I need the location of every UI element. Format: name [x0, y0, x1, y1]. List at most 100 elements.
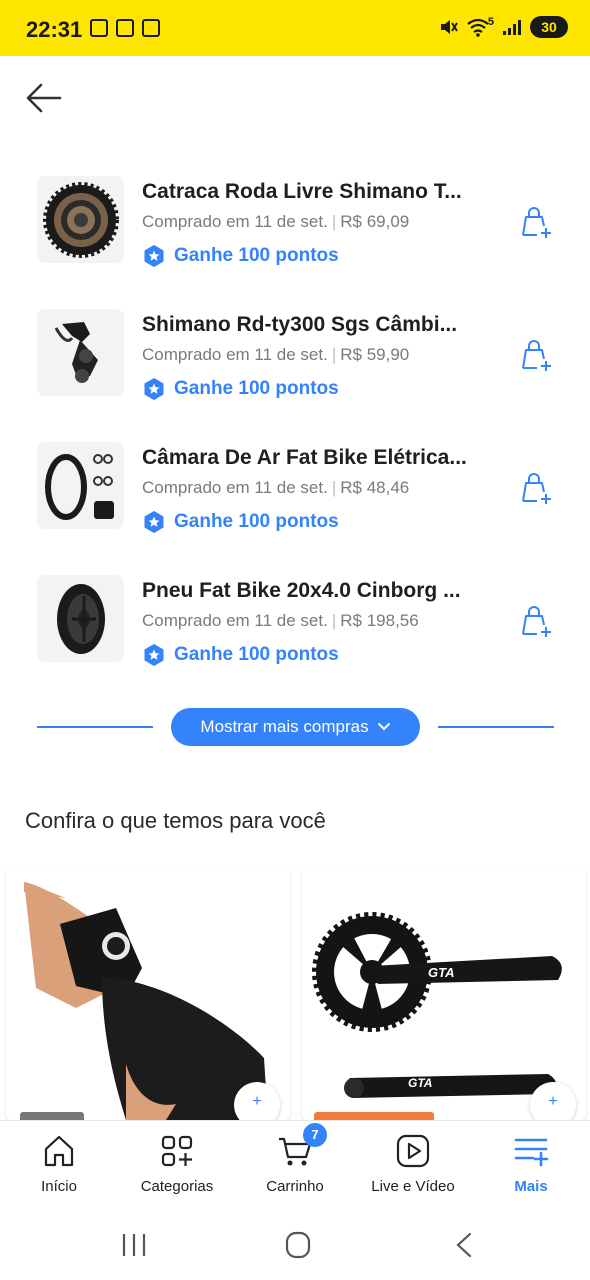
home-circle-icon: [285, 1231, 311, 1259]
purchase-meta: Comprado em 11 de set. | R$ 198,56: [142, 611, 419, 631]
separator: |: [331, 345, 337, 364]
points-badge: Ganhe 100 pontos: [142, 510, 339, 534]
categories-icon: [161, 1135, 193, 1167]
buy-again-button[interactable]: [518, 470, 554, 506]
recent-apps-button[interactable]: [114, 1230, 154, 1260]
notification-icons: [90, 19, 160, 37]
chevron-down-icon: [377, 723, 390, 731]
home-icon: [44, 1135, 74, 1167]
battery-indicator: 30: [530, 16, 568, 38]
add-to-cart-button[interactable]: +: [530, 1082, 576, 1120]
purchase-date: Comprado em 11 de set.: [142, 611, 328, 630]
purchase-item[interactable]: Pneu Fat Bike 20x4.0 Cinborg ... Comprad…: [0, 559, 590, 692]
nav-live-video[interactable]: Live e Vídeo: [354, 1121, 472, 1211]
message-icon: [116, 19, 134, 37]
purchase-price: R$ 69,09: [340, 212, 410, 231]
show-more-label: Mostrar mais compras: [200, 717, 369, 736]
cart-plus-icon: +: [548, 1093, 558, 1110]
add-to-cart-button[interactable]: +: [234, 1082, 280, 1120]
purchase-price: R$ 198,56: [340, 611, 419, 630]
show-more-purchases-button[interactable]: Mostrar mais compras: [171, 708, 420, 746]
divider-right: [438, 726, 554, 728]
shopping-bag-add-icon: [522, 340, 551, 371]
purchase-meta: Comprado em 11 de set. | R$ 69,09: [142, 212, 409, 232]
purchase-date: Comprado em 11 de set.: [142, 212, 328, 231]
buy-again-button[interactable]: [518, 603, 554, 639]
system-icons: 5 30: [438, 16, 568, 38]
points-star-icon: [144, 378, 164, 400]
purchase-title[interactable]: Shimano Rd-ty300 Sgs Câmbi...: [142, 313, 502, 337]
nav-label: Categorias: [140, 1178, 214, 1195]
points-star-icon: [144, 644, 164, 666]
purchase-item[interactable]: Câmara De Ar Fat Bike Elétrica... Compra…: [0, 426, 590, 559]
shopping-bag-add-icon: [522, 207, 551, 238]
points-badge: Ganhe 100 pontos: [142, 377, 339, 401]
separator: |: [331, 611, 337, 630]
points-star-icon: [144, 245, 164, 267]
nav-label: Carrinho: [266, 1178, 324, 1195]
nav-cart[interactable]: 7 Carrinho: [236, 1121, 354, 1211]
purchase-date: Comprado em 11 de set.: [142, 345, 328, 364]
points-badge: Ganhe 100 pontos: [142, 244, 339, 268]
system-back-button[interactable]: [444, 1230, 484, 1260]
points-badge: Ganhe 100 pontos: [142, 643, 339, 667]
promo-tag: [314, 1112, 434, 1120]
cart-count-badge: 7: [303, 1123, 327, 1147]
points-label: Ganhe 100 pontos: [174, 378, 339, 399]
status-time: 22:31: [26, 17, 83, 42]
purchase-price: R$ 59,90: [340, 345, 410, 364]
points-label: Ganhe 100 pontos: [174, 644, 339, 665]
buy-again-button[interactable]: [518, 204, 554, 240]
purchase-date: Comprado em 11 de set.: [142, 478, 328, 497]
brand-text: GTA: [428, 965, 455, 980]
signal-icon: [503, 20, 521, 35]
back-button[interactable]: [24, 78, 64, 118]
nav-label: Live e Vídeo: [371, 1178, 455, 1195]
glove-image: [24, 882, 268, 1120]
bottom-navigation: Início Categorias 7 Carrinho Live e Víde…: [0, 1120, 590, 1210]
purchase-price: R$ 48,46: [340, 478, 410, 497]
recommendation-card[interactable]: +: [6, 868, 290, 1120]
divider-left: [37, 726, 153, 728]
shopping-bag-add-icon: [522, 606, 551, 637]
purchase-meta: Comprado em 11 de set. | R$ 48,46: [142, 478, 409, 498]
chevron-left-icon: [456, 1232, 472, 1258]
recommendation-card[interactable]: GTA GTA +: [302, 868, 586, 1120]
separator: |: [331, 478, 337, 497]
purchase-item[interactable]: Catraca Roda Livre Shimano T... Comprado…: [0, 160, 590, 293]
purchase-item[interactable]: Shimano Rd-ty300 Sgs Câmbi... Comprado e…: [0, 293, 590, 426]
nav-more[interactable]: Mais: [472, 1121, 590, 1211]
recent-apps-icon: [122, 1234, 146, 1256]
recommendations-title: Confira o que temos para você: [25, 808, 326, 833]
nav-home[interactable]: Início: [0, 1121, 118, 1211]
arrow-left-icon: [26, 83, 62, 113]
purchase-title[interactable]: Catraca Roda Livre Shimano T...: [142, 180, 502, 204]
buy-again-button[interactable]: [518, 337, 554, 373]
cart-plus-icon: +: [252, 1093, 262, 1110]
nav-categories[interactable]: Categorias: [118, 1121, 236, 1211]
status-bar: 22:31 5 30: [0, 0, 590, 56]
points-label: Ganhe 100 pontos: [174, 511, 339, 532]
tire-image: [37, 575, 124, 662]
purchase-title[interactable]: Câmara De Ar Fat Bike Elétrica...: [142, 446, 502, 470]
freewheel-sprocket-image: [37, 176, 124, 263]
menu-icon: [514, 1138, 549, 1167]
points-star-icon: [144, 511, 164, 533]
system-navigation-bar: [0, 1210, 590, 1280]
nav-label: Mais: [514, 1178, 548, 1195]
inner-tube-image: [37, 442, 124, 529]
points-label: Ganhe 100 pontos: [174, 245, 339, 266]
rear-derailleur-image: [37, 309, 124, 396]
mute-icon: [440, 20, 458, 34]
wifi-band-label: 5: [487, 16, 494, 28]
purchase-list: Catraca Roda Livre Shimano T... Comprado…: [0, 160, 590, 692]
shopping-bag-add-icon: [522, 473, 551, 504]
screenshot-icon: [90, 19, 108, 37]
home-button[interactable]: [278, 1230, 318, 1260]
video-icon: [396, 1134, 430, 1168]
purchase-meta: Comprado em 11 de set. | R$ 59,90: [142, 345, 409, 365]
crankset-image: [312, 912, 562, 1098]
label-tag: [20, 1112, 84, 1120]
wallet-icon: [142, 19, 160, 37]
purchase-title[interactable]: Pneu Fat Bike 20x4.0 Cinborg ...: [142, 579, 502, 603]
